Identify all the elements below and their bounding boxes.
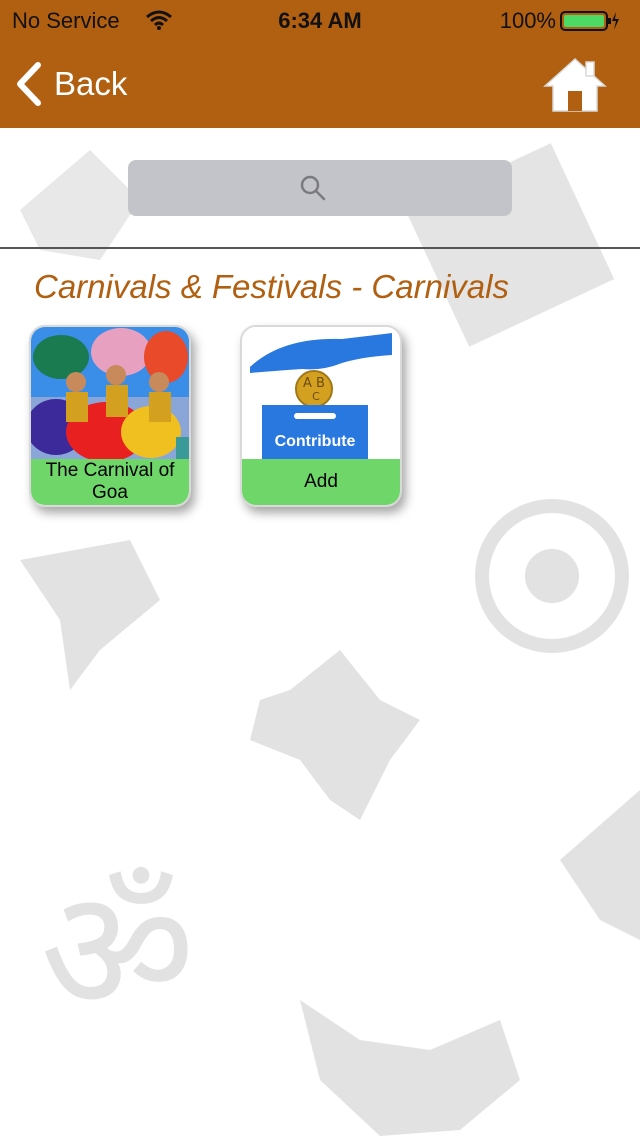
battery-percent: 100% bbox=[499, 8, 556, 33]
status-bar: No Service 6:34 AM 100% bbox=[0, 0, 640, 40]
search-bar[interactable] bbox=[128, 160, 516, 218]
item-card-carnival[interactable]: The Carnival of Goa bbox=[29, 325, 191, 507]
back-label: Back bbox=[54, 65, 128, 102]
item-card-add[interactable]: A B C Contribute Add bbox=[240, 325, 402, 507]
chevron-left-icon bbox=[17, 62, 41, 106]
contribute-text: Contribute bbox=[275, 433, 356, 450]
item-label: The Carnival of Goa bbox=[31, 459, 189, 505]
app-header: No Service 6:34 AM 100% Back bbox=[0, 0, 640, 128]
home-icon bbox=[543, 57, 607, 112]
item-label: Add bbox=[242, 459, 400, 505]
svg-text:C: C bbox=[312, 390, 320, 403]
search-area bbox=[0, 128, 640, 248]
divider bbox=[0, 247, 640, 249]
section-title: Carnivals & Festivals - Carnivals bbox=[34, 268, 509, 305]
watermark-wheel-icon bbox=[475, 499, 629, 653]
back-button[interactable]: Back bbox=[16, 62, 127, 106]
watermark-map-icon bbox=[250, 650, 420, 820]
search-icon bbox=[299, 174, 327, 207]
battery-icon bbox=[560, 10, 620, 38]
carnival-photo bbox=[31, 327, 189, 459]
home-button[interactable] bbox=[542, 56, 608, 114]
watermark-temple-icon bbox=[300, 1000, 520, 1136]
watermark-right-icon bbox=[560, 790, 640, 940]
watermark-plane-icon bbox=[20, 540, 160, 690]
watermark-om-icon: ॐ bbox=[40, 853, 195, 1051]
contribute-graphic: A B C Contribute bbox=[242, 327, 400, 459]
svg-text:A B: A B bbox=[303, 376, 325, 391]
